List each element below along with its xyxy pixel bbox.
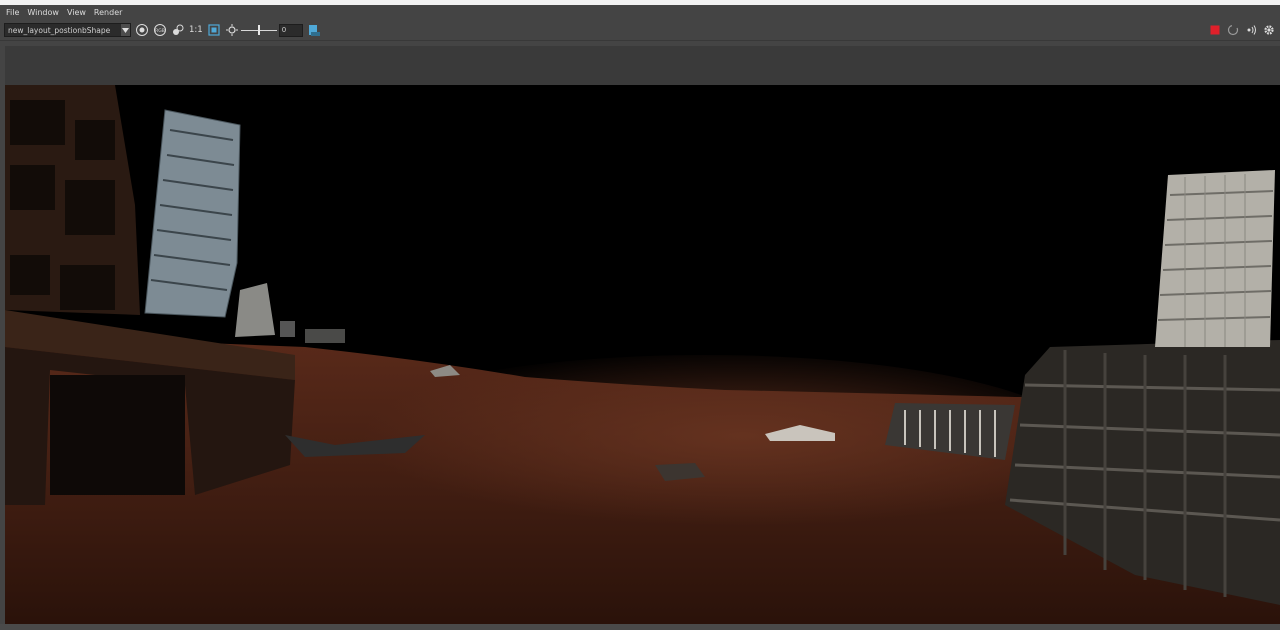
menu-file[interactable]: File xyxy=(6,8,19,17)
frame-region-icon[interactable] xyxy=(207,23,221,37)
svg-text:RGB: RGB xyxy=(155,28,165,34)
menu-view[interactable]: View xyxy=(67,8,86,17)
settings-icon[interactable] xyxy=(1262,23,1276,37)
render-status-icons xyxy=(1208,20,1280,40)
image-settings-icon[interactable] xyxy=(307,23,321,37)
snapshot-icon[interactable] xyxy=(135,23,149,37)
camera-dropdown-value: new_layout_postionbShape xyxy=(8,25,111,35)
ratio-button[interactable]: 1:1 xyxy=(189,25,203,35)
menu-render[interactable]: Render xyxy=(94,8,122,17)
status-bar xyxy=(0,624,1280,630)
menu-bar: File Window View Render xyxy=(0,5,1280,20)
skyscraper-right xyxy=(1155,170,1275,347)
ipr-icon[interactable] xyxy=(1244,23,1258,37)
chevron-down-icon[interactable] xyxy=(121,24,130,36)
slider-handle[interactable] xyxy=(257,25,260,35)
color-correct-icon[interactable] xyxy=(171,23,185,37)
exposure-icon[interactable] xyxy=(225,23,239,37)
exposure-field[interactable]: 0 xyxy=(278,23,303,37)
exposure-slider[interactable] xyxy=(240,24,277,36)
rgb-channel-icon[interactable]: RGB xyxy=(153,23,167,37)
distant-building xyxy=(305,329,345,343)
toolbar-divider xyxy=(0,40,1280,41)
render-image xyxy=(5,85,1280,624)
camera-dropdown[interactable]: new_layout_postionbShape xyxy=(4,23,131,37)
distant-building xyxy=(280,321,295,337)
menu-window[interactable]: Window xyxy=(27,8,59,17)
render-view-toolbar: new_layout_postionbShape RGB 1:1 0 xyxy=(0,20,1280,40)
stop-render-icon[interactable] xyxy=(1208,23,1222,37)
refresh-icon[interactable] xyxy=(1226,23,1240,37)
